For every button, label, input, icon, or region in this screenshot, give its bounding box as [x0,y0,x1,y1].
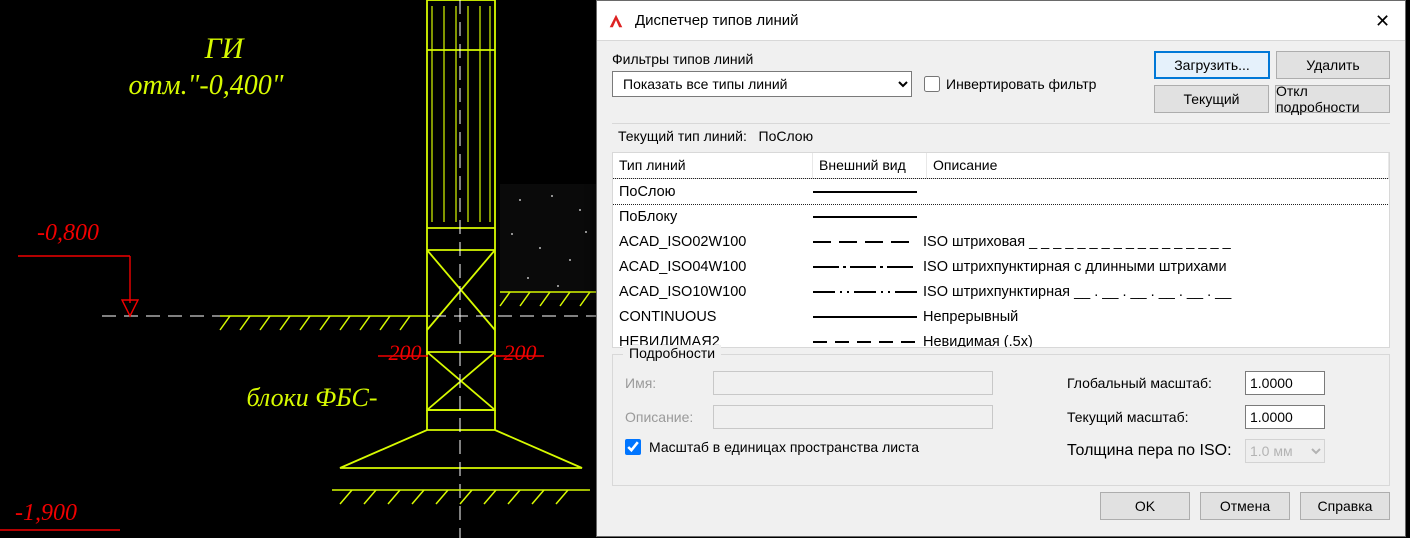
help-button[interactable]: Справка [1300,492,1390,520]
invert-filter-label: Инвертировать фильтр [946,76,1096,92]
row-sample [813,254,917,279]
table-row[interactable]: ACAD_ISO10W100 ISO штрихпунктирная __ . _… [613,279,1389,304]
cancel-button[interactable]: Отмена [1200,492,1290,520]
row-desc: ISO штрихпунктирная с длинными штрихами [917,255,1389,279]
close-icon: ✕ [1375,12,1390,30]
table-row[interactable]: ACAD_ISO04W100 ISO штрихпунктирная с длин… [613,254,1389,279]
global-scale-label: Глобальный масштаб: [1067,375,1237,391]
pen-width-label: Толщина пера по ISO: [1067,442,1237,460]
canvas-label-otm: отм."-0,400" [129,70,284,101]
list-header: Тип линий Внешний вид Описание [613,153,1389,179]
invert-filter-checkbox[interactable]: Инвертировать фильтр [924,76,1096,92]
row-sample [813,329,917,348]
titlebar[interactable]: Диспетчер типов линий ✕ [597,1,1405,41]
col-type[interactable]: Тип линий [613,153,813,178]
details-group: Подробности Имя: Описание: Масштаб в еди… [612,354,1390,486]
toggle-details-button[interactable]: Откл подробности [1275,85,1390,113]
row-sample [813,229,917,254]
row-desc: ISO штриховая _ _ _ _ _ _ _ _ _ _ _ _ _ … [917,230,1389,254]
row-name: ПоБлоку [613,205,813,229]
linetype-list[interactable]: Тип линий Внешний вид Описание ПоСлоюПоБ… [612,152,1390,348]
pen-width-select: 1.0 мм [1245,439,1325,463]
delete-button[interactable]: Удалить [1276,51,1390,79]
row-desc [917,188,1389,196]
row-name: ПоСлою [613,180,813,204]
ok-button[interactable]: OK [1100,492,1190,520]
row-sample [813,279,917,304]
row-desc [917,213,1389,221]
canvas-label-200b: 200 [504,340,537,365]
row-desc: ISO штрихпунктирная __ . __ . __ . __ . … [917,280,1389,304]
global-scale-input[interactable] [1245,371,1325,395]
current-scale-label: Текущий масштаб: [1067,409,1237,425]
row-desc: Непрерывный [917,305,1389,329]
col-description[interactable]: Описание [927,153,1389,178]
table-row[interactable]: ПоСлою [613,179,1389,204]
details-desc-input [713,405,993,429]
row-sample [813,304,917,329]
canvas-label-fbs: блоки ФБС- [247,383,378,412]
row-name: ACAD_ISO10W100 [613,280,813,304]
dialog-title: Диспетчер типов линий [635,12,799,29]
row-desc: Невидимая (.5x) _ _ _ _ _ _ _ _ _ _ _ _ … [917,330,1389,349]
canvas-label-neg1900: -1,900 [15,500,77,526]
paper-scale-label: Масштаб в единицах пространства листа [649,439,919,455]
paper-scale-checkbox[interactable]: Масштаб в единицах пространства листа [625,439,1047,455]
current-scale-input[interactable] [1245,405,1325,429]
canvas-label-gi: ГИ [204,32,246,65]
table-row[interactable]: НЕВИДИМАЯ2Невидимая (.5x) _ _ _ _ _ _ _ … [613,329,1389,348]
canvas-label-200a: 200 [389,340,422,365]
row-name: ACAD_ISO04W100 [613,255,813,279]
details-desc-label: Описание: [625,409,705,425]
row-sample [813,204,917,229]
table-row[interactable]: CONTINUOUS Непрерывный [613,304,1389,329]
row-name: CONTINUOUS [613,305,813,329]
autocad-app-icon [607,12,625,30]
row-sample [813,179,917,204]
details-name-label: Имя: [625,375,705,391]
details-legend: Подробности [623,345,721,361]
set-current-button[interactable]: Текущий [1154,85,1269,113]
filter-select[interactable]: Показать все типы линий [612,71,912,97]
filter-label: Фильтры типов линий [612,51,1142,67]
table-row[interactable]: ACAD_ISO02W100 ISO штриховая _ _ _ _ _ _ … [613,229,1389,254]
table-row[interactable]: ПоБлоку [613,204,1389,229]
load-button[interactable]: Загрузить... [1154,51,1270,79]
col-appearance[interactable]: Внешний вид [813,153,927,178]
current-linetype-label: Текущий тип линий: [618,128,747,144]
current-linetype-value: ПоСлою [759,128,814,144]
canvas-label-neg0800: -0,800 [37,220,99,246]
linetype-manager-dialog: Диспетчер типов линий ✕ Фильтры типов ли… [596,0,1406,537]
details-name-input [713,371,993,395]
row-name: ACAD_ISO02W100 [613,230,813,254]
close-button[interactable]: ✕ [1360,1,1405,40]
